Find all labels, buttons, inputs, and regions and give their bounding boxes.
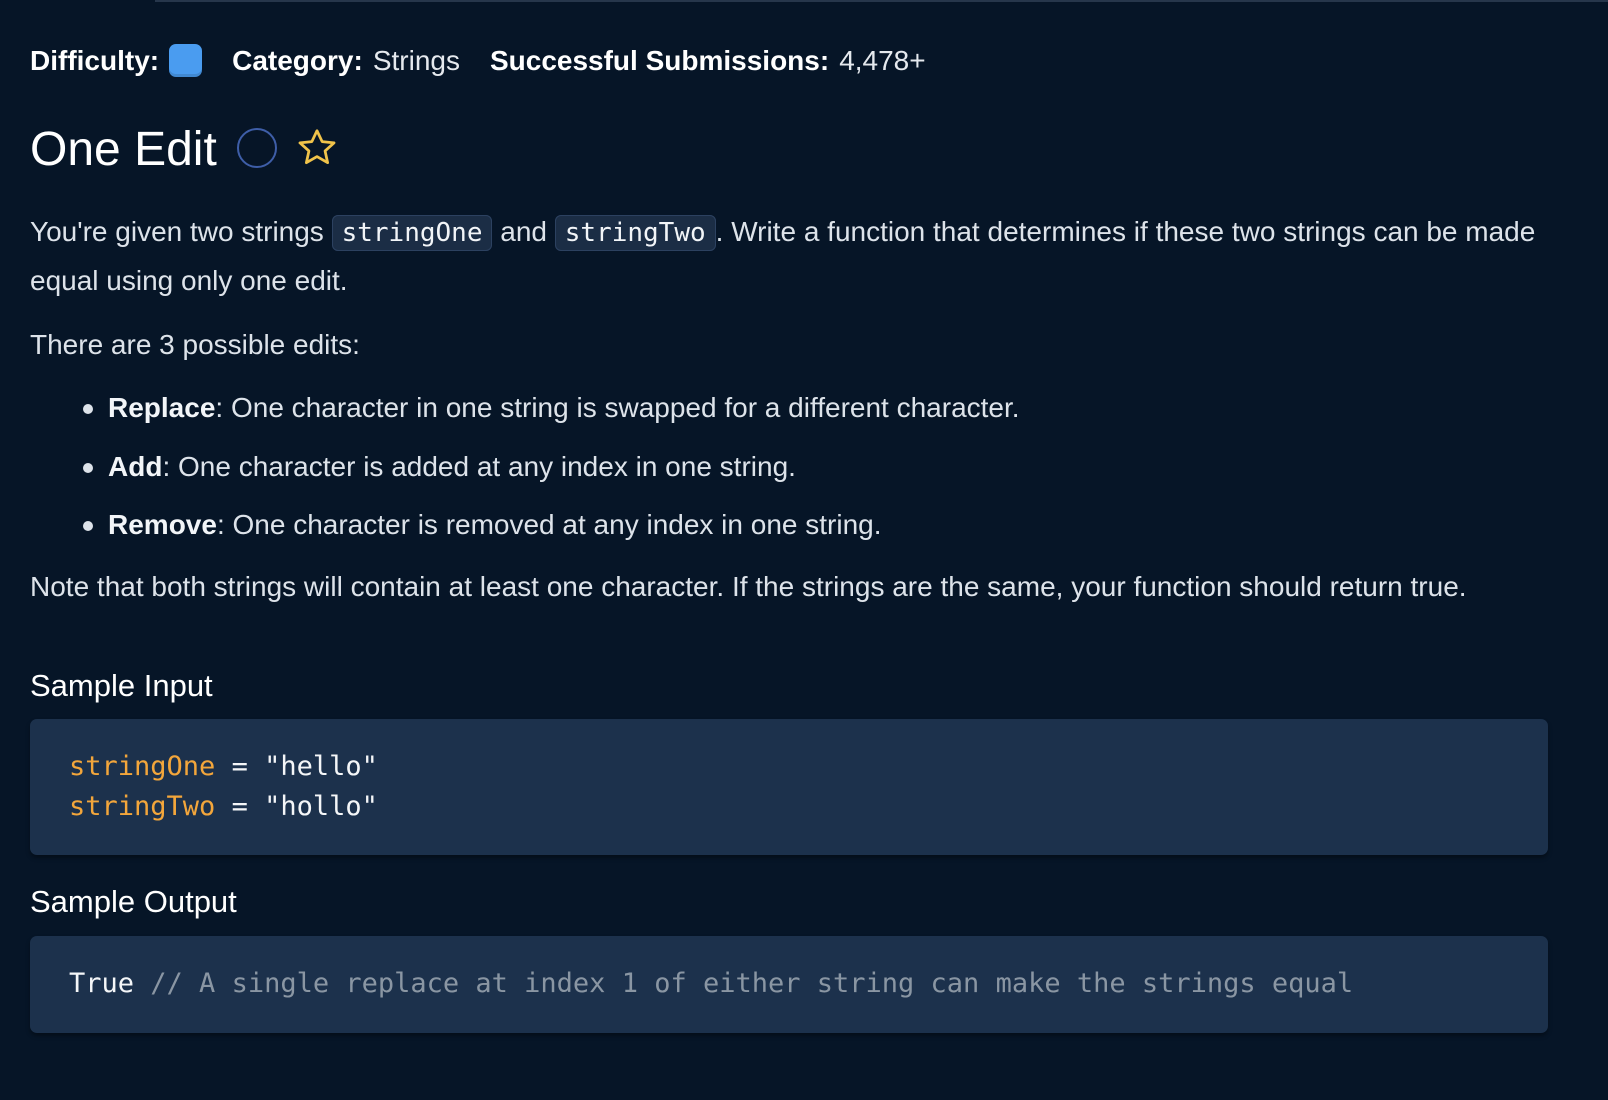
question-title: One Edit [30,123,217,176]
edits-intro: There are 3 possible edits: [30,329,360,360]
sample-input-code: stringOne = "hello" stringTwo = "hollo" [30,719,1548,855]
list-item-add: Add: One character is added at any index… [83,443,1020,502]
prompt-text: You're given two strings [30,216,332,247]
edit-name: Add [108,450,163,482]
category-label: Category: [232,44,363,76]
submissions-label: Successful Submissions: [489,44,830,76]
output-value: True [69,968,135,999]
edit-name: Remove [108,509,217,540]
inline-code-string-one: stringOne [331,215,493,251]
code-variable: stringTwo [69,790,216,822]
edit-description: : One character is removed at any index … [216,509,882,540]
sample-output-code: True // A single replace at index 1 of e… [30,936,1548,1033]
sample-output-heading: Sample Output [30,884,237,919]
inline-code-string-two: stringTwo [554,215,716,251]
edit-description: : One character is added at any index in… [162,450,796,482]
difficulty: Difficulty: [30,44,203,77]
code-operator: = [215,790,265,822]
code-line: stringOne = "hello" [69,747,1548,787]
category: Category: Strings [232,45,460,77]
difficulty-indicator [169,44,203,77]
top-divider [155,0,1608,2]
star-icon[interactable] [295,126,339,170]
edit-description: : One character in one string is swapped… [215,392,1020,423]
code-variable: stringOne [69,751,216,782]
code-line: True // A single replace at index 1 of e… [69,964,1548,1004]
category-value: Strings [372,44,460,76]
question-meta: Difficulty: Category: Strings Successful… [30,44,956,77]
code-comment: // A single replace at index 1 of either… [134,968,1354,999]
submissions: Successful Submissions: 4,478+ [490,45,926,77]
edits-list: Replace: One character in one string is … [30,384,1020,560]
prompt-intro: You're given two strings stringOne and s… [30,208,1560,305]
prompt-text: and [492,216,555,247]
list-item-replace: Replace: One character in one string is … [83,384,1020,443]
code-string: "hello" [264,751,378,782]
submissions-value: 4,478+ [839,44,926,76]
edit-name: Replace [108,392,216,423]
prompt-note: Note that both strings will contain at l… [30,571,1467,602]
difficulty-label: Difficulty: [30,44,160,76]
sample-input-heading: Sample Input [30,668,213,703]
code-string: "hollo" [264,790,378,822]
code-operator: = [215,751,265,782]
list-item-remove: Remove: One character is removed at any … [83,501,1020,560]
completion-status-icon[interactable] [236,128,277,168]
title-row: One Edit [30,118,339,182]
code-line: stringTwo = "hollo" [69,787,1548,827]
